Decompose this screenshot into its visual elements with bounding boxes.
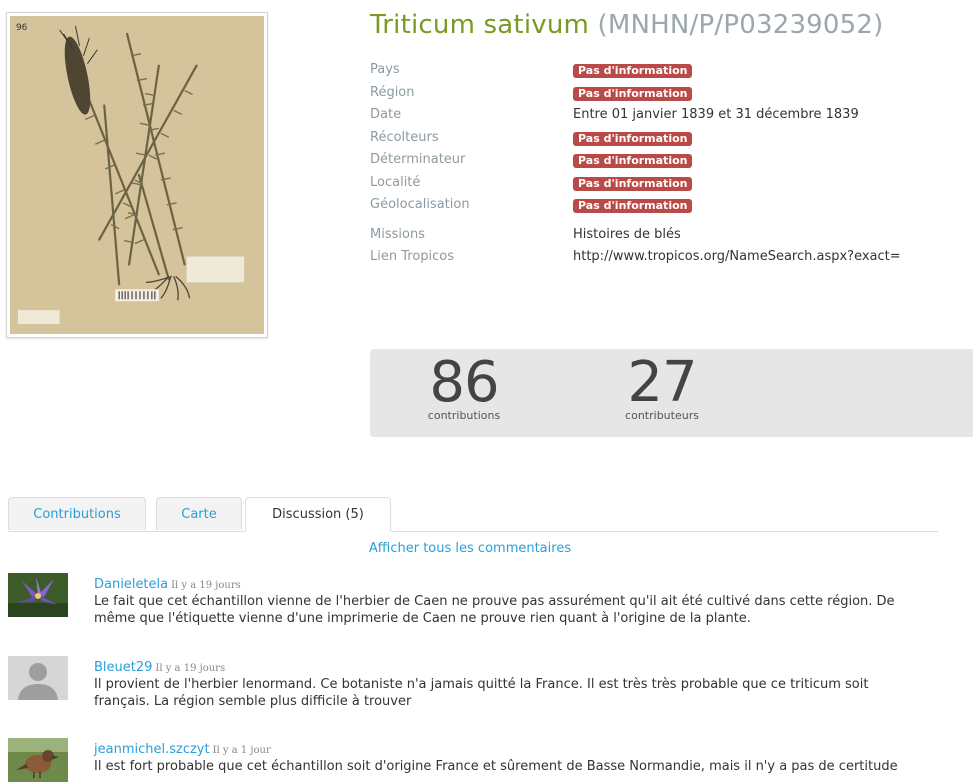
missions-link[interactable]: Histoires de blés — [573, 227, 681, 242]
no-info-badge: Pas d'information — [573, 176, 693, 191]
no-info-badge: Pas d'information — [573, 64, 693, 78]
sheet-mark: 96 — [16, 23, 28, 33]
comment-text: Le fait que cet échantillon vienne de l'… — [94, 594, 895, 626]
avatar[interactable] — [8, 656, 68, 700]
tab-contributions[interactable]: Contributions — [8, 497, 146, 530]
contributors-stat: 27 contributeurs — [614, 350, 710, 423]
contributors-count: 27 — [627, 350, 697, 415]
iris-flower-avatar-icon — [8, 573, 68, 617]
stats-panel: 86 contributions 27 contributeurs — [370, 349, 973, 437]
meta-label: Géolocalisation — [370, 197, 470, 212]
comment-author[interactable]: Danieletela — [94, 577, 168, 592]
no-info-badge: Pas d'information — [573, 131, 693, 146]
tab-carte[interactable]: Carte — [156, 497, 242, 530]
page-title: Triticum sativum (MNHN/P/P03239052) — [370, 10, 884, 40]
date-value: Entre 01 janvier 1839 et 31 décembre 183… — [573, 107, 859, 122]
comment-time: Il y a 19 jours — [171, 580, 241, 591]
bird-avatar-icon — [8, 738, 68, 782]
specimen-image[interactable]: 96 — [6, 12, 268, 338]
contributions-stat: 86 contributions — [416, 350, 512, 423]
no-info-badge: Pas d'information — [573, 154, 693, 168]
comment-time: Il y a 19 jours — [155, 663, 226, 674]
no-info-badge: Pas d'information — [573, 86, 693, 101]
meta-label: Région — [370, 84, 415, 100]
tropicos-link[interactable]: http://www.tropicos.org/NameSearch.aspx?… — [573, 249, 901, 264]
tab-bar: Contributions Carte Discussion (5) — [8, 497, 938, 532]
comment-author[interactable]: Bleuet29 — [94, 660, 152, 675]
meta-label: Pays — [370, 62, 400, 77]
avatar[interactable] — [8, 738, 68, 782]
contributions-count: 86 — [429, 350, 499, 415]
comment-time: Il y a 1 jour — [212, 745, 271, 756]
comment-author[interactable]: jeanmichel.szczyt — [94, 742, 210, 757]
herbarium-sheet-image: 96 — [10, 16, 264, 334]
specimen-code: (MNHN/P/P03239052) — [597, 10, 884, 40]
comment-text: Il est fort probable que cet échantillon… — [94, 759, 898, 774]
meta-label: Localité — [370, 174, 421, 190]
meta-label: Date — [370, 107, 402, 122]
default-user-avatar-icon — [8, 656, 68, 700]
tab-discussion[interactable]: Discussion (5) — [245, 497, 391, 532]
meta-label: Déterminateur — [370, 152, 466, 167]
no-info-badge: Pas d'information — [573, 199, 693, 213]
meta-label: Missions — [370, 226, 425, 242]
avatar[interactable] — [8, 573, 68, 617]
comment-text: Il provient de l'herbier lenormand. Ce b… — [94, 677, 869, 709]
contributions-label: contributions — [427, 409, 501, 422]
contributors-label: contributeurs — [625, 409, 699, 422]
meta-label: Récolteurs — [370, 129, 439, 145]
species-name: Triticum sativum — [370, 10, 590, 40]
meta-label: Lien Tropicos — [370, 249, 455, 264]
show-all-comments-link[interactable]: Afficher tous les commentaires — [0, 541, 940, 556]
